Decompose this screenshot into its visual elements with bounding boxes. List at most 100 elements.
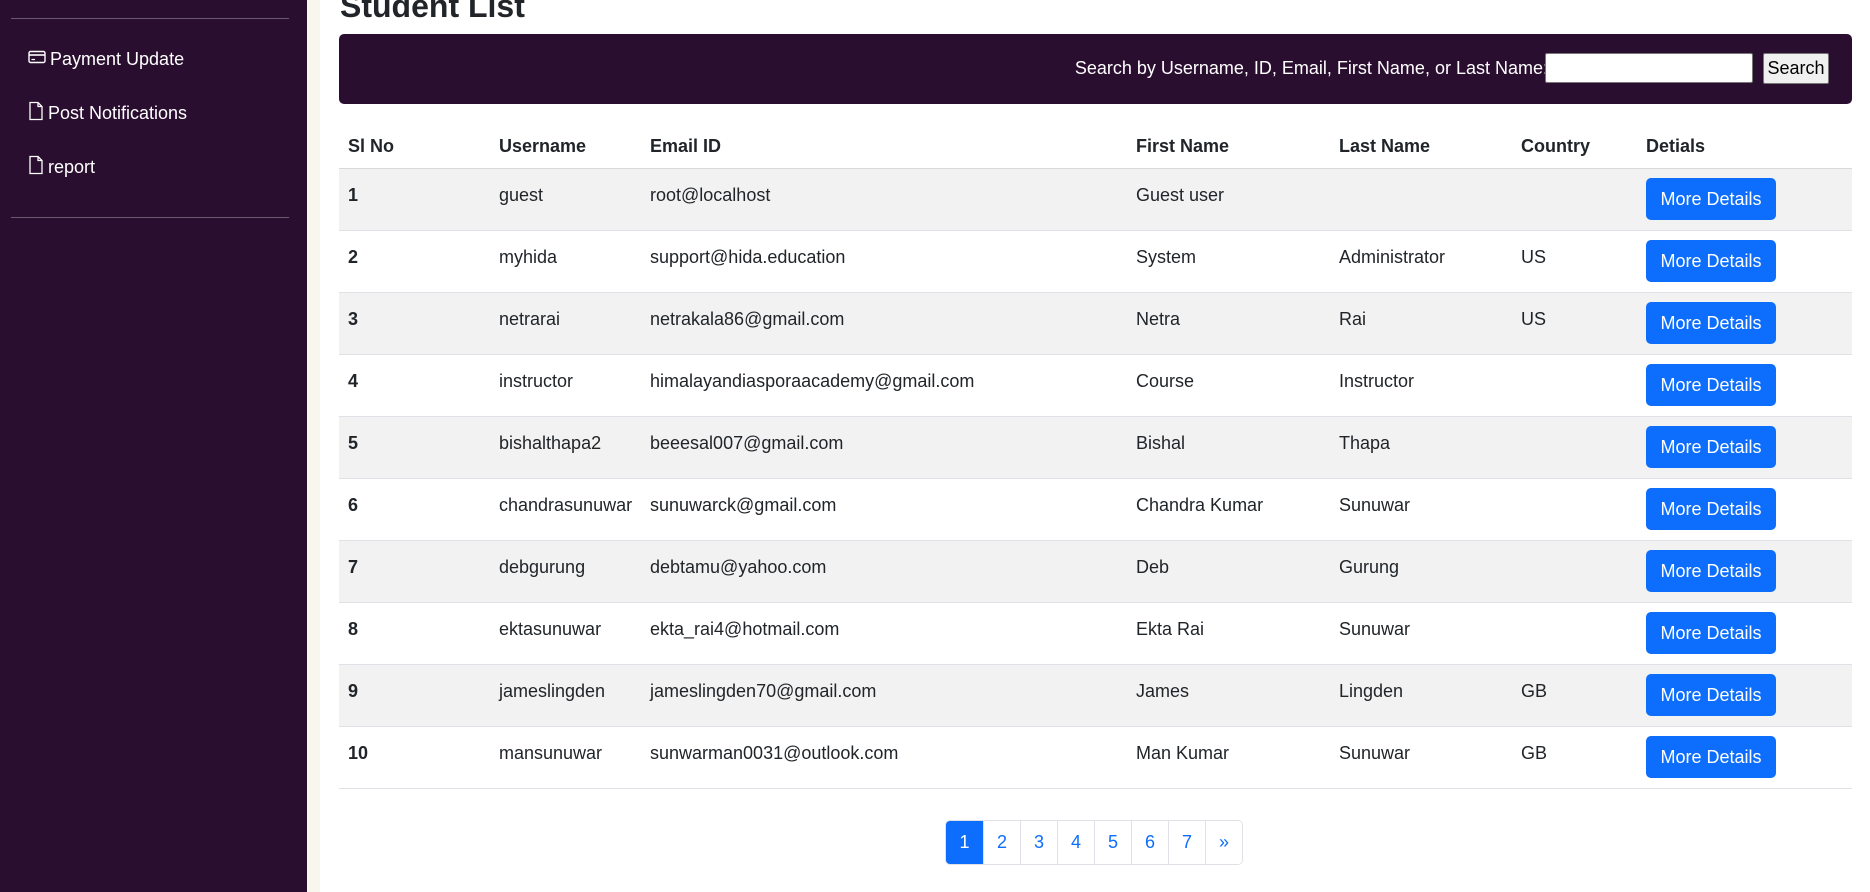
table-row: 10 mansunuwar sunwarman0031@outlook.com … xyxy=(339,726,1852,789)
sl-no-cell: 4 xyxy=(339,354,490,417)
last-name-cell: Thapa xyxy=(1330,416,1512,479)
username-cell: ektasunuwar xyxy=(490,602,641,665)
country-cell xyxy=(1512,478,1637,541)
username-cell: bishalthapa2 xyxy=(490,416,641,479)
email-cell: support@hida.education xyxy=(641,230,1127,293)
sl-no-cell: 10 xyxy=(339,726,490,789)
country-cell: US xyxy=(1512,230,1637,293)
file-icon xyxy=(28,101,48,126)
first-name-cell: Deb xyxy=(1127,540,1330,603)
sl-no-cell: 9 xyxy=(339,664,490,727)
more-details-button[interactable]: More Details xyxy=(1646,240,1776,282)
page-title: Student List xyxy=(340,0,525,24)
details-cell: More Details xyxy=(1637,602,1852,665)
page-link-1[interactable]: 1 xyxy=(946,821,983,864)
sl-no-cell: 7 xyxy=(339,540,490,603)
email-cell: ekta_rai4@hotmail.com xyxy=(641,602,1127,665)
sidebar: Payment Update Post Notifications report xyxy=(0,0,307,892)
first-name-cell: System xyxy=(1127,230,1330,293)
sl-no-cell: 3 xyxy=(339,292,490,355)
page-link-5[interactable]: 5 xyxy=(1094,821,1131,864)
email-cell: sunwarman0031@outlook.com xyxy=(641,726,1127,789)
details-cell: More Details xyxy=(1637,168,1852,231)
sidebar-item-report[interactable]: report xyxy=(28,152,95,182)
sidebar-item-label: Payment Update xyxy=(50,48,185,69)
sidebar-divider xyxy=(11,217,289,218)
details-cell: More Details xyxy=(1637,478,1852,541)
more-details-button[interactable]: More Details xyxy=(1646,426,1776,468)
first-name-cell: Netra xyxy=(1127,292,1330,355)
table-row: 5 bishalthapa2 beeesal007@gmail.com Bish… xyxy=(339,416,1852,479)
last-name-cell: Rai xyxy=(1330,292,1512,355)
first-name-cell: Guest user xyxy=(1127,168,1330,231)
column-header-last-name: Last Name xyxy=(1330,124,1512,169)
more-details-button[interactable]: More Details xyxy=(1646,302,1776,344)
first-name-cell: Ekta Rai xyxy=(1127,602,1330,665)
more-details-button[interactable]: More Details xyxy=(1646,488,1776,530)
last-name-cell: Administrator xyxy=(1330,230,1512,293)
more-details-button[interactable]: More Details xyxy=(1646,550,1776,592)
details-cell: More Details xyxy=(1637,354,1852,417)
search-label: Search by Username, ID, Email, First Nam… xyxy=(1074,58,1548,78)
country-cell xyxy=(1512,168,1637,231)
next-page-link[interactable]: » xyxy=(1205,821,1242,864)
more-details-button[interactable]: More Details xyxy=(1646,736,1776,778)
email-cell: root@localhost xyxy=(641,168,1127,231)
username-cell: myhida xyxy=(490,230,641,293)
column-header-sl-no: Sl No xyxy=(339,124,490,169)
table-row: 9 jameslingden jameslingden70@gmail.com … xyxy=(339,664,1852,727)
more-details-button[interactable]: More Details xyxy=(1646,674,1776,716)
column-header-country: Country xyxy=(1512,124,1637,169)
page-link-3[interactable]: 3 xyxy=(1020,821,1057,864)
more-details-button[interactable]: More Details xyxy=(1646,612,1776,654)
first-name-cell: Man Kumar xyxy=(1127,726,1330,789)
sl-no-cell: 6 xyxy=(339,478,490,541)
search-button[interactable]: Search xyxy=(1763,53,1829,84)
sidebar-item-payment-update[interactable]: Payment Update xyxy=(28,44,184,74)
table-row: 4 instructor himalayandiasporaacademy@gm… xyxy=(339,354,1852,417)
details-cell: More Details xyxy=(1637,230,1852,293)
table-row: 6 chandrasunuwar sunuwarck@gmail.com Cha… xyxy=(339,478,1852,541)
first-name-cell: James xyxy=(1127,664,1330,727)
country-cell xyxy=(1512,602,1637,665)
email-cell: beeesal007@gmail.com xyxy=(641,416,1127,479)
country-cell xyxy=(1512,540,1637,603)
details-cell: More Details xyxy=(1637,292,1852,355)
page-link-2[interactable]: 2 xyxy=(983,821,1020,864)
last-name-cell: Gurung xyxy=(1330,540,1512,603)
username-cell: jameslingden xyxy=(490,664,641,727)
country-cell: US xyxy=(1512,292,1637,355)
details-cell: More Details xyxy=(1637,416,1852,479)
last-name-cell: Sunuwar xyxy=(1330,602,1512,665)
search-input[interactable] xyxy=(1545,53,1753,83)
sl-no-cell: 8 xyxy=(339,602,490,665)
table-row: 8 ektasunuwar ekta_rai4@hotmail.com Ekta… xyxy=(339,602,1852,665)
sidebar-item-label: report xyxy=(48,156,96,177)
last-name-cell xyxy=(1330,168,1512,231)
sidebar-divider xyxy=(11,18,289,19)
more-details-button[interactable]: More Details xyxy=(1646,364,1776,406)
column-header-email: Email ID xyxy=(641,124,1127,169)
first-name-cell: Bishal xyxy=(1127,416,1330,479)
table-row: 1 guest root@localhost Guest user More D… xyxy=(339,168,1852,231)
page-link-6[interactable]: 6 xyxy=(1131,821,1168,864)
page-link-7[interactable]: 7 xyxy=(1168,821,1205,864)
more-details-button[interactable]: More Details xyxy=(1646,178,1776,220)
column-header-details: Detials xyxy=(1637,124,1852,169)
sl-no-cell: 2 xyxy=(339,230,490,293)
email-cell: jameslingden70@gmail.com xyxy=(641,664,1127,727)
last-name-cell: Lingden xyxy=(1330,664,1512,727)
page-link-4[interactable]: 4 xyxy=(1057,821,1094,864)
student-table: Sl No Username Email ID First Name Last … xyxy=(339,124,1852,789)
sidebar-item-post-notifications[interactable]: Post Notifications xyxy=(28,98,187,128)
table-row: 2 myhida support@hida.education System A… xyxy=(339,230,1852,293)
column-header-username: Username xyxy=(490,124,641,169)
country-cell xyxy=(1512,354,1637,417)
email-cell: sunuwarck@gmail.com xyxy=(641,478,1127,541)
first-name-cell: Chandra Kumar xyxy=(1127,478,1330,541)
username-cell: chandrasunuwar xyxy=(490,478,641,541)
credit-card-icon xyxy=(28,48,50,71)
sidebar-item-label: Post Notifications xyxy=(48,102,188,123)
sl-no-cell: 5 xyxy=(339,416,490,479)
last-name-cell: Sunuwar xyxy=(1330,478,1512,541)
